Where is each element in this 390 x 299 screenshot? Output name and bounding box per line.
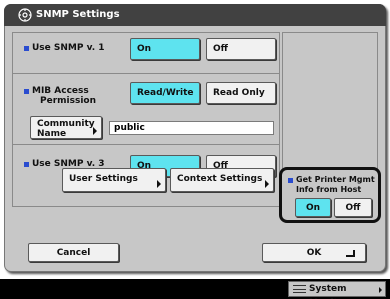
- dialog-titlebar: SNMP Settings: [4, 4, 386, 26]
- community-name-button[interactable]: Community Name: [30, 116, 102, 139]
- system-monitor-button[interactable]: System Monitor: [288, 281, 386, 299]
- enter-icon: [346, 250, 355, 257]
- mib-access-label: MIB Access Permission: [32, 86, 96, 106]
- user-settings-button[interactable]: User Settings: [62, 168, 166, 192]
- bullet-icon: [24, 46, 29, 51]
- context-settings-button[interactable]: Context Settings: [170, 168, 274, 192]
- chevron-right-icon: [265, 180, 269, 188]
- status-bar: System Monitor: [0, 279, 390, 299]
- screen: SNMP Settings Use SNMP v. 1 On Off MIB A…: [0, 0, 390, 299]
- dialog-title: SNMP Settings: [36, 9, 120, 20]
- cancel-button[interactable]: Cancel: [28, 243, 119, 262]
- community-name-field[interactable]: public: [109, 121, 274, 135]
- snmp-v1-off-button[interactable]: Off: [206, 38, 276, 60]
- read-only-button[interactable]: Read Only: [206, 82, 276, 104]
- chevron-right-icon: [157, 180, 161, 188]
- bullet-icon: [24, 162, 29, 167]
- ok-button[interactable]: OK: [262, 243, 366, 262]
- bullet-icon: [288, 178, 293, 183]
- chevron-right-icon: [379, 287, 382, 293]
- printer-mgmt-off-button[interactable]: Off: [334, 198, 372, 217]
- read-write-button[interactable]: Read/Write: [130, 82, 200, 104]
- monitor-icon: [293, 285, 306, 293]
- bullet-icon: [24, 89, 29, 94]
- printer-mgmt-on-button[interactable]: On: [295, 198, 331, 217]
- divider: [12, 73, 280, 74]
- divider: [12, 144, 280, 145]
- snmp-v1-label: Use SNMP v. 1: [32, 43, 105, 53]
- chevron-right-icon: [93, 127, 97, 135]
- snmp-v1-on-button[interactable]: On: [130, 38, 200, 60]
- settings-icon: [18, 8, 32, 22]
- printer-mgmt-label: Get Printer Mgmt Info from Host: [296, 175, 375, 194]
